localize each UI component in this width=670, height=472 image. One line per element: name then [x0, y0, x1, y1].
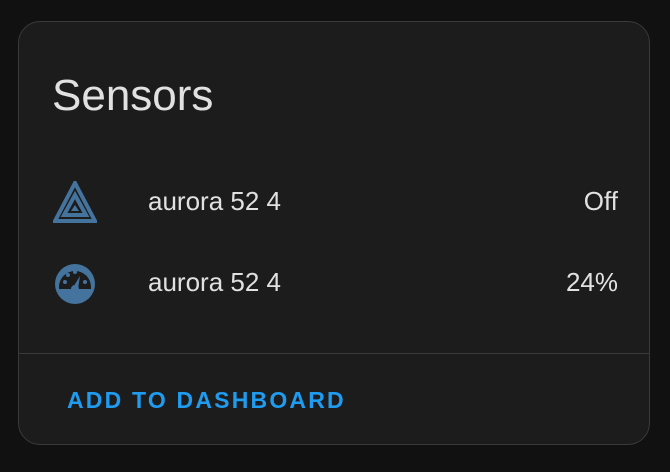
card-title: Sensors — [52, 71, 214, 120]
entity-name: aurora 52 4 — [148, 267, 281, 297]
entity-name: aurora 52 4 — [148, 186, 281, 216]
entity-state: Off — [583, 186, 618, 216]
sensors-card: Sensors aurora 52 4 Off aurora 52 4 24% … — [18, 21, 650, 445]
gauge-icon — [53, 262, 97, 306]
entity-row[interactable]: aurora 52 4 24% — [19, 254, 649, 310]
add-to-dashboard-button[interactable]: ADD TO DASHBOARD — [67, 384, 346, 416]
entity-row[interactable]: aurora 52 4 Off — [19, 173, 649, 229]
entity-state: 24% — [565, 267, 618, 297]
card-divider — [19, 353, 649, 354]
home-assistant-triangle-icon — [51, 178, 99, 225]
